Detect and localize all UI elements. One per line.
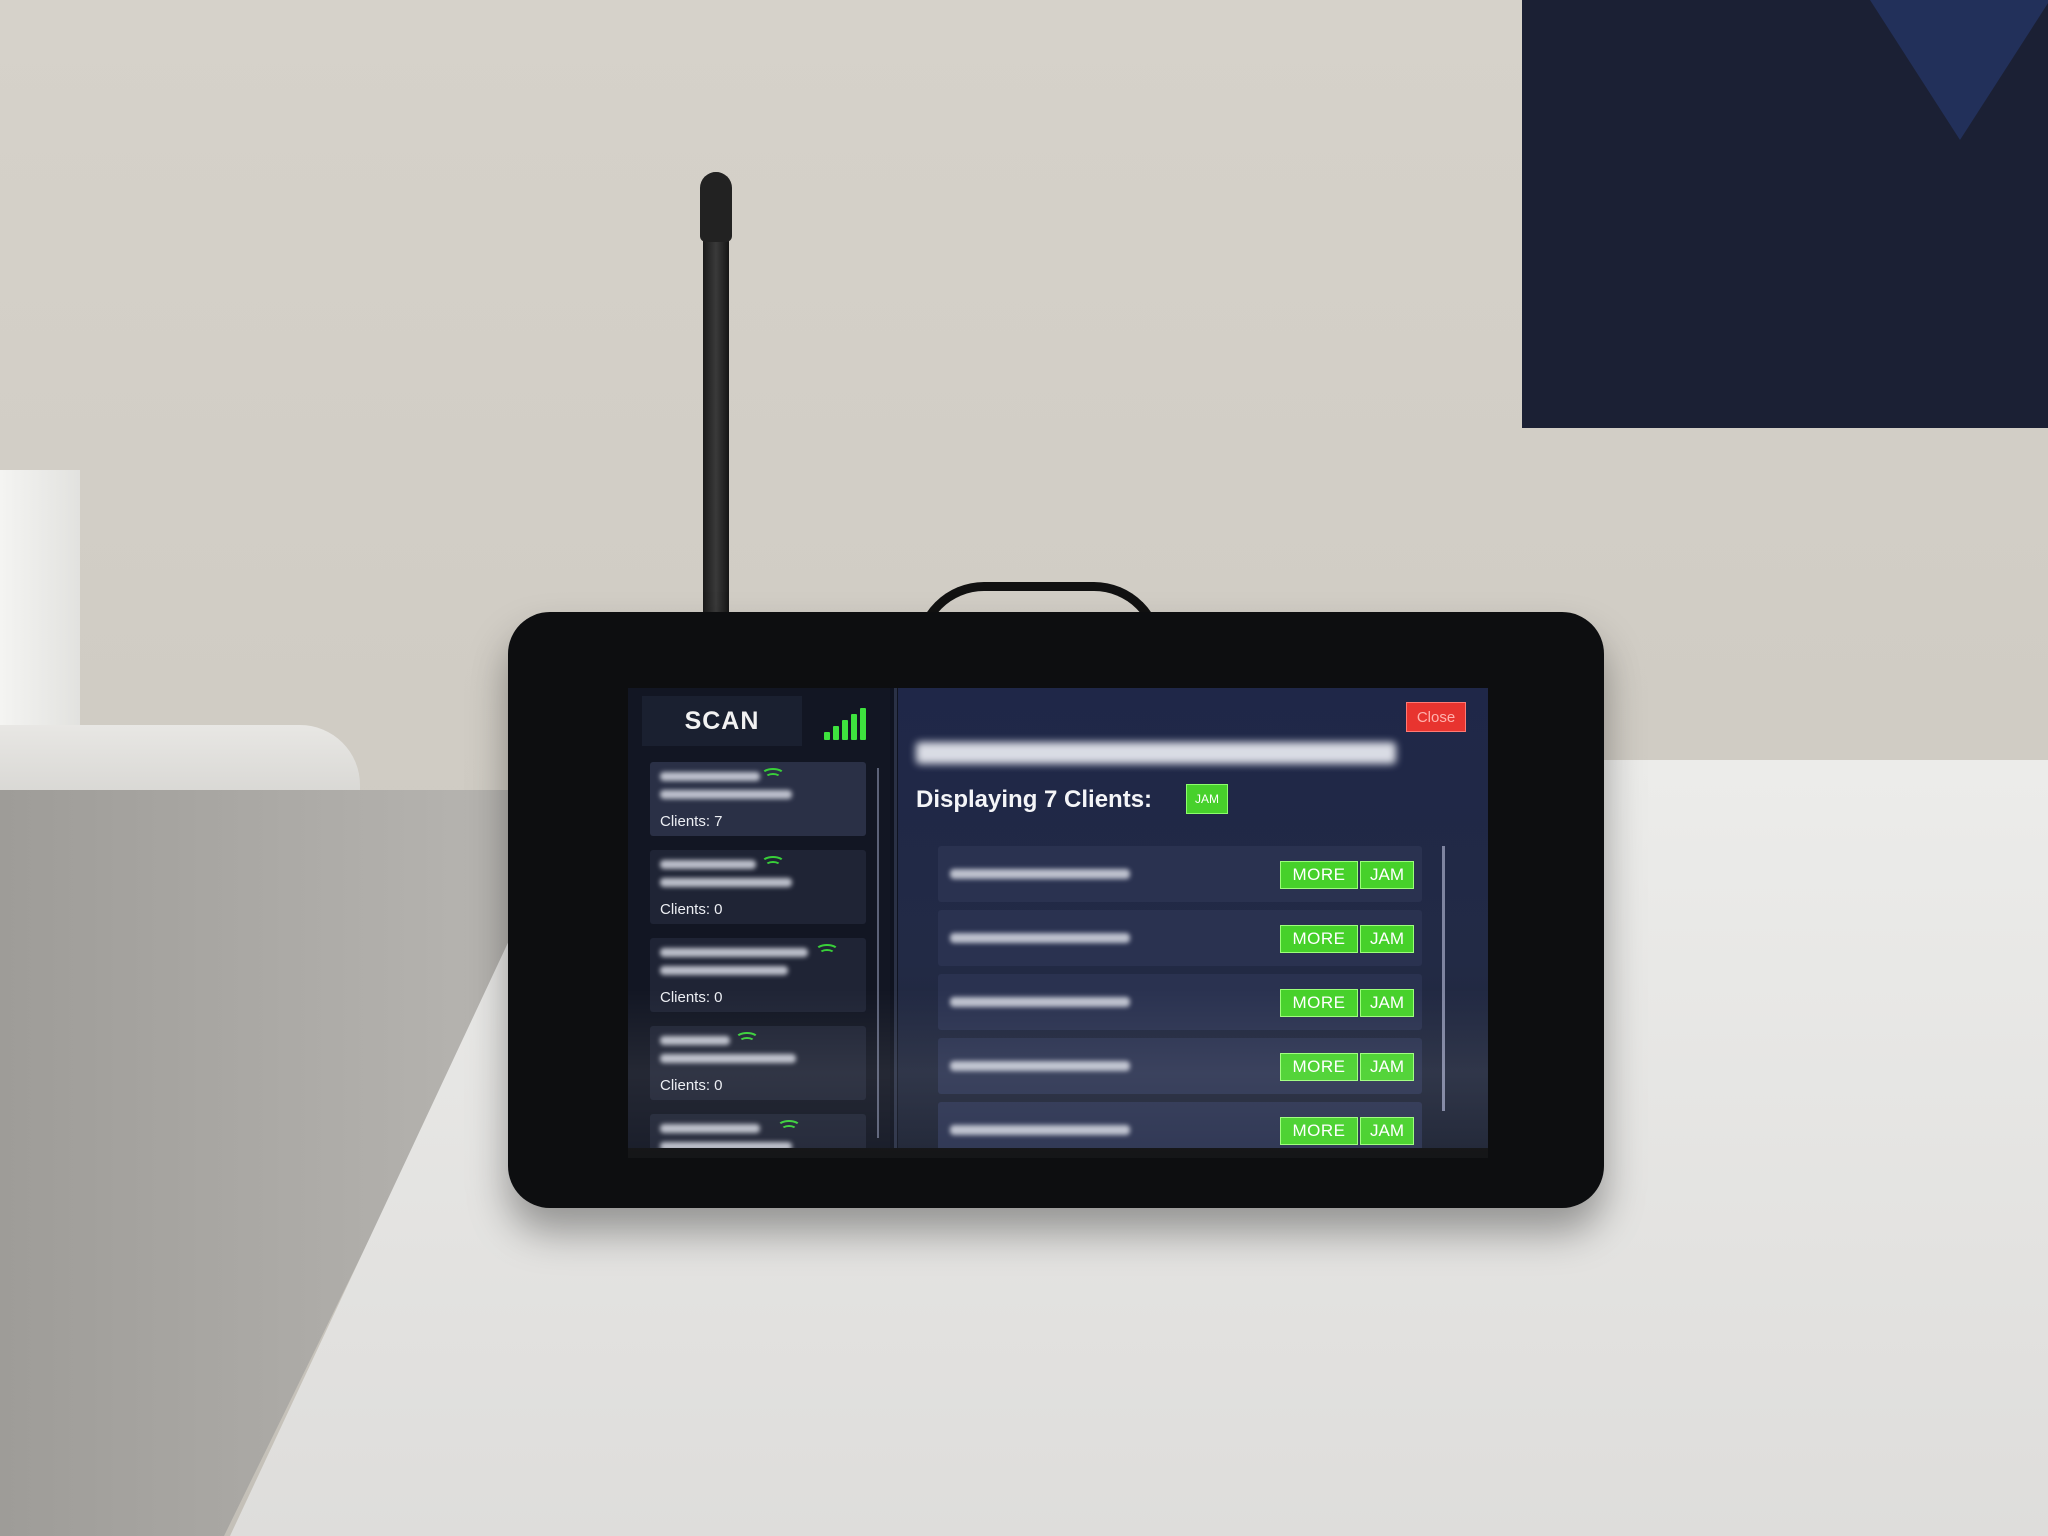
network-item[interactable]: Clients: 7 [650,762,866,836]
network-list-scrollbar[interactable] [877,768,879,1138]
client-mac-redacted [950,997,1130,1007]
network-item[interactable]: Clients: 0 [650,1026,866,1100]
more-button[interactable]: MORE [1280,1053,1358,1081]
network-clients-count: Clients: 7 [660,813,723,830]
scan-button[interactable]: SCAN [642,696,802,746]
device-screen: SCAN Clients: 7 Clients: 0 Clients: 0 Cl… [628,688,1488,1148]
jam-button[interactable]: JAM [1360,989,1414,1017]
client-row: MORE JAM [938,974,1422,1030]
network-clients-count: Clients: 0 [660,901,723,918]
network-bssid-redacted [660,1054,796,1063]
network-ssid-redacted [660,948,808,957]
jam-all-button[interactable]: JAM [1186,784,1228,814]
client-list: MORE JAM MORE JAM MORE JAM MORE JAM MORE [938,846,1422,1148]
client-row: MORE JAM [938,846,1422,902]
network-panel: SCAN Clients: 7 Clients: 0 Clients: 0 Cl… [628,688,890,1148]
wifi-icon [735,1032,759,1048]
more-button[interactable]: MORE [1280,989,1358,1017]
jam-button[interactable]: JAM [1360,1053,1414,1081]
client-list-scrollbar[interactable] [1442,846,1445,1111]
network-item[interactable] [650,1114,866,1148]
client-row: MORE JAM [938,1038,1422,1094]
client-row: MORE JAM [938,1102,1422,1148]
network-clients-count: Clients: 0 [660,989,723,1006]
wifi-icon [815,944,839,960]
close-button[interactable]: Close [1406,702,1466,732]
network-bssid-redacted [660,790,792,799]
signal-strength-icon [824,706,870,740]
network-ssid-redacted [660,772,760,781]
more-button[interactable]: MORE [1280,1117,1358,1145]
network-bssid-redacted [660,878,792,887]
client-mac-redacted [950,869,1130,879]
network-ssid-redacted [660,860,756,869]
jam-button[interactable]: JAM [1360,925,1414,953]
antenna-tip [700,172,732,242]
network-bssid-redacted [660,1142,792,1148]
client-mac-redacted [950,1061,1130,1071]
network-ssid-redacted [660,1124,760,1133]
client-mac-redacted [950,1125,1130,1135]
network-item[interactable]: Clients: 0 [650,850,866,924]
selected-network-title-redacted [916,738,1406,768]
jam-button[interactable]: JAM [1360,1117,1414,1145]
network-clients-count: Clients: 0 [660,1077,723,1094]
wifi-icon [761,856,785,872]
network-item[interactable]: Clients: 0 [650,938,866,1012]
wifi-icon [761,768,785,784]
client-row: MORE JAM [938,910,1422,966]
wifi-icon [777,1120,801,1136]
panel-divider [894,688,897,1148]
more-button[interactable]: MORE [1280,861,1358,889]
client-mac-redacted [950,933,1130,943]
network-list: Clients: 7 Clients: 0 Clients: 0 Clients… [650,762,872,1148]
poster-graphic [1870,0,2048,140]
clients-panel: Close Displaying 7 Clients: JAM MORE JAM… [898,688,1488,1148]
jam-button[interactable]: JAM [1360,861,1414,889]
more-button[interactable]: MORE [1280,925,1358,953]
clients-count-heading: Displaying 7 Clients: [916,786,1153,813]
network-ssid-redacted [660,1036,730,1045]
network-bssid-redacted [660,966,788,975]
